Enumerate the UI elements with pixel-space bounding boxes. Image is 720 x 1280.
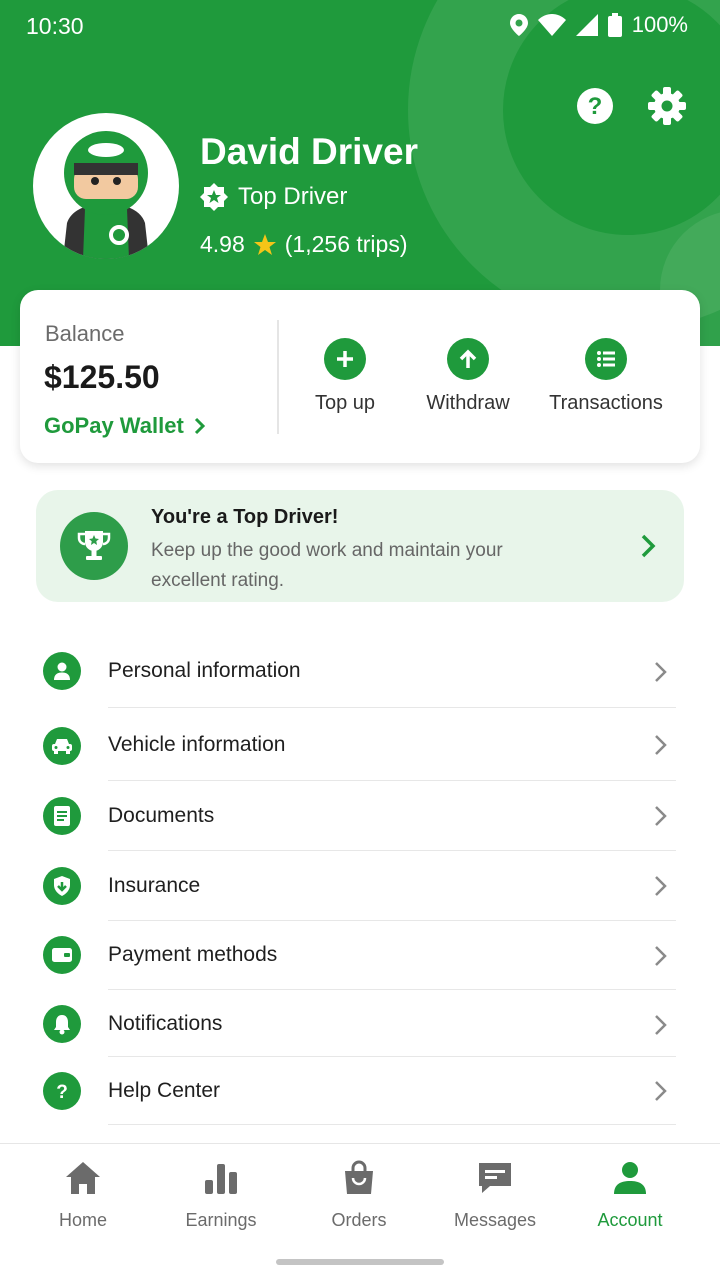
- settings-gear-icon[interactable]: [648, 87, 686, 125]
- driver-avatar[interactable]: [33, 113, 179, 259]
- nav-label: Orders: [331, 1210, 387, 1230]
- signal-icon: [575, 14, 598, 36]
- svg-text:?: ?: [56, 1082, 68, 1102]
- battery-percent: 100%: [631, 12, 688, 37]
- nav-label: Account: [597, 1210, 663, 1230]
- gopay-wallet-link[interactable]: GoPay Wallet: [44, 413, 206, 439]
- nav-earnings[interactable]: Earnings: [156, 1160, 286, 1231]
- balance-card: Balance $125.50 GoPay Wallet Top up With…: [20, 290, 700, 463]
- location-icon: [509, 14, 528, 36]
- nav-label: Home: [58, 1210, 107, 1230]
- nav-label: Messages: [453, 1210, 537, 1230]
- star-badge-icon: [200, 183, 228, 211]
- chevron-right-icon: [641, 534, 656, 558]
- menu-label: Personal information: [108, 659, 301, 682]
- driver-name: David Driver: [200, 131, 418, 172]
- wallet-icon: [43, 936, 81, 974]
- menu-item-documents[interactable]: Documents: [0, 781, 720, 851]
- menu-label: Insurance: [108, 874, 201, 897]
- menu-item-insurance[interactable]: Insurance: [0, 850, 720, 921]
- chevron-right-icon: [655, 806, 667, 826]
- arrow-up-icon: [447, 338, 489, 380]
- balance-amount: $125.50: [44, 359, 160, 395]
- driver-rating: 4.98 (1,256 trips): [200, 231, 407, 258]
- chevron-right-icon: [655, 1015, 667, 1035]
- help-icon: ?: [43, 1072, 81, 1110]
- shield-icon: [43, 867, 81, 905]
- svg-text:?: ?: [588, 93, 603, 120]
- nav-label: Earnings: [185, 1210, 257, 1230]
- home-indicator[interactable]: [276, 1259, 444, 1265]
- trophy-icon: [60, 512, 128, 580]
- top-up-button[interactable]: Top up: [275, 338, 415, 415]
- rating-value: 4.98: [200, 231, 245, 257]
- menu-label: Documents: [108, 804, 215, 827]
- balance-label: Balance: [45, 321, 125, 346]
- chevron-right-icon: [655, 876, 667, 896]
- banner-text: Keep up the good work and maintain your …: [151, 540, 503, 591]
- bell-icon: [43, 1005, 81, 1043]
- status-time: 10:30: [26, 13, 84, 39]
- menu-item-notifications[interactable]: Notifications: [0, 989, 720, 1059]
- status-icons: 100%: [509, 12, 688, 38]
- menu-divider: [108, 1124, 676, 1125]
- nav-orders[interactable]: Orders: [294, 1160, 424, 1231]
- chevron-right-icon: [655, 1081, 667, 1101]
- plus-icon: [324, 338, 366, 380]
- menu-label: Payment methods: [108, 943, 278, 966]
- chevron-right-icon: [655, 662, 667, 682]
- trips-count: (1,256 trips): [284, 231, 408, 257]
- nav-messages[interactable]: Messages: [430, 1160, 560, 1231]
- top-up-label: Top up: [314, 392, 376, 414]
- withdraw-label: Withdraw: [426, 392, 510, 414]
- bar-chart-icon: [205, 1164, 237, 1194]
- nav-home[interactable]: Home: [18, 1160, 148, 1231]
- transactions-button[interactable]: Transactions: [536, 338, 676, 415]
- menu-item-help-center[interactable]: ? Help Center: [0, 1057, 720, 1127]
- document-icon: [43, 797, 81, 835]
- chevron-right-icon: [655, 946, 667, 966]
- account-icon: [614, 1162, 646, 1194]
- star-icon: [253, 233, 276, 255]
- wallet-link-label: GoPay Wallet: [44, 413, 184, 438]
- home-icon: [66, 1162, 100, 1194]
- person-icon: [43, 652, 81, 690]
- menu-item-payment-methods[interactable]: Payment methods: [0, 920, 720, 990]
- help-icon[interactable]: ?: [576, 87, 614, 125]
- transactions-label: Transactions: [549, 392, 663, 414]
- menu-label: Help Center: [108, 1079, 221, 1102]
- chevron-right-icon: [194, 417, 205, 435]
- status-bar: 10:30 100%: [0, 0, 720, 52]
- message-icon: [479, 1163, 511, 1193]
- driver-badge: Top Driver: [200, 183, 347, 211]
- wifi-icon: [537, 14, 566, 36]
- nav-account[interactable]: Account: [565, 1160, 695, 1231]
- menu-label: Vehicle information: [108, 733, 286, 756]
- withdraw-button[interactable]: Withdraw: [398, 338, 538, 415]
- top-driver-banner[interactable]: You're a Top Driver! Keep up the good wo…: [36, 490, 684, 602]
- menu-item-vehicle-information[interactable]: Vehicle information: [0, 708, 720, 781]
- badge-label: Top Driver: [238, 183, 348, 210]
- battery-icon: [607, 13, 622, 37]
- menu-label: Notifications: [108, 1012, 223, 1035]
- driver-illustration: [63, 131, 149, 259]
- menu-item-personal-information[interactable]: Personal information: [0, 636, 720, 708]
- car-icon: [43, 727, 81, 765]
- bag-icon: [345, 1160, 373, 1194]
- banner-title: You're a Top Driver!: [151, 506, 339, 528]
- chevron-right-icon: [655, 735, 667, 755]
- list-icon: [585, 338, 627, 380]
